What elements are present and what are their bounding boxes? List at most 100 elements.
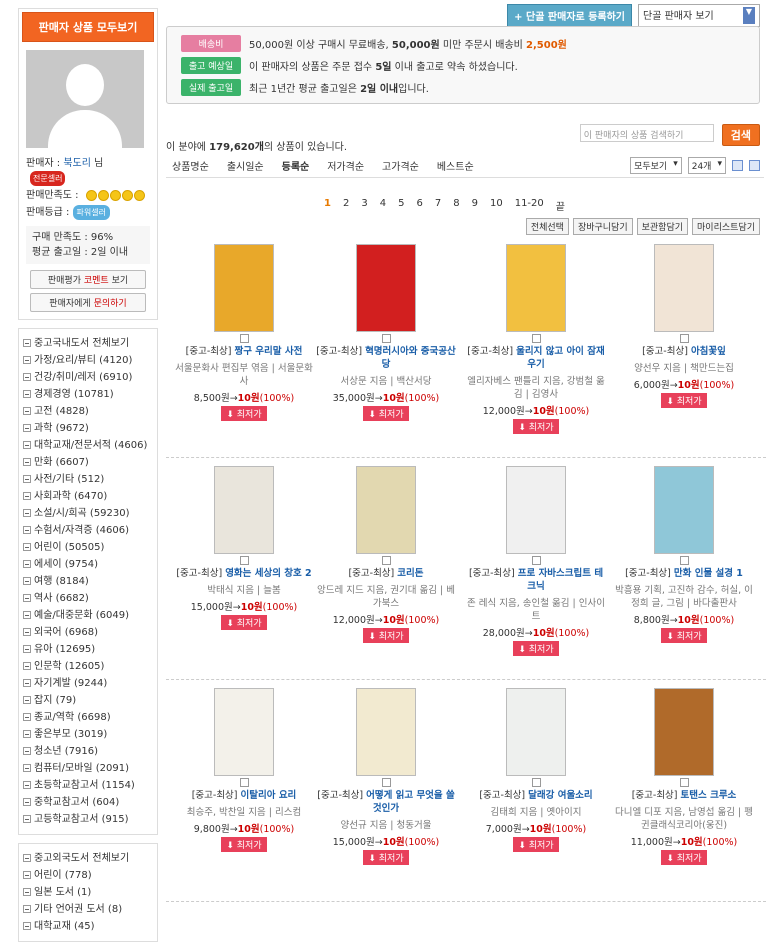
lowest-price-button[interactable]: ⬇ 최저가 (363, 406, 409, 421)
category-item[interactable]: 중학교참고서 (604) (23, 794, 153, 811)
book-cover[interactable] (356, 688, 416, 776)
select-checkbox[interactable] (381, 334, 391, 343)
select-checkbox[interactable] (679, 334, 689, 343)
category-item[interactable]: 어린이 (50505) (23, 539, 153, 556)
page-link[interactable]: 4 (380, 198, 386, 213)
category-item[interactable]: 소설/시/희곡 (59230) (23, 505, 153, 522)
page-link[interactable]: 7 (435, 198, 441, 213)
lowest-price-button[interactable]: ⬇ 최저가 (513, 419, 559, 434)
select-checkbox[interactable] (239, 778, 249, 787)
seller-name-link[interactable]: 북도리 (63, 158, 91, 169)
bulk-action-button[interactable]: 전체선택 (525, 218, 569, 235)
category-item[interactable]: 가정/요리/뷰티 (4120) (23, 352, 153, 369)
product-title[interactable]: [중고-최상] 이탈리아 요리 (174, 789, 314, 802)
category-item[interactable]: 대학교재 (45) (23, 918, 153, 935)
sort-option[interactable]: 등록순 (282, 158, 310, 173)
sort-option[interactable]: 상품명순 (172, 158, 209, 173)
page-size-select[interactable]: 24개 ▾ (687, 157, 726, 174)
category-item[interactable]: 외국어 (6968) (23, 624, 153, 641)
select-checkbox[interactable] (531, 778, 541, 787)
product-title[interactable]: [중고-최상] 프로 자바스크립트 테크닉 (466, 567, 606, 593)
product-title[interactable]: [중고-최상] 영화는 세상의 창호 2 (174, 567, 314, 580)
product-title[interactable]: [중고-최상] 토탠스 크루소 (614, 789, 754, 802)
product-title[interactable]: [중고-최상] 혁명러시아와 중국공산당 (316, 345, 456, 371)
book-cover[interactable] (506, 688, 566, 776)
category-item[interactable]: 과학 (9672) (23, 420, 153, 437)
bulk-action-button[interactable]: 장바구니담기 (572, 218, 633, 235)
category-item[interactable]: 일본 도서 (1) (23, 884, 153, 901)
book-cover[interactable] (654, 466, 714, 554)
book-cover[interactable] (654, 688, 714, 776)
product-title[interactable]: [중고-최상] 달래강 여울소리 (466, 789, 606, 802)
page-link[interactable]: 11-20 (515, 198, 544, 213)
list-view-icon[interactable] (732, 160, 743, 171)
select-checkbox[interactable] (381, 778, 391, 787)
category-item[interactable]: 컴퓨터/모바일 (2091) (23, 760, 153, 777)
lowest-price-button[interactable]: ⬇ 최저가 (221, 406, 267, 421)
category-item[interactable]: 사회과학 (6470) (23, 488, 153, 505)
category-item[interactable]: 경제경영 (10781) (23, 386, 153, 403)
book-cover[interactable] (214, 244, 274, 332)
book-cover[interactable] (654, 244, 714, 332)
select-checkbox[interactable] (531, 556, 541, 565)
category-item[interactable]: 청소년 (7916) (23, 743, 153, 760)
lowest-price-button[interactable]: ⬇ 최저가 (363, 628, 409, 643)
page-link[interactable]: 8 (453, 198, 459, 213)
lowest-price-button[interactable]: ⬇ 최저가 (221, 837, 267, 852)
sort-option[interactable]: 베스트순 (437, 158, 474, 173)
category-item[interactable]: 여행 (8184) (23, 573, 153, 590)
category-item[interactable]: 에세이 (9754) (23, 556, 153, 573)
book-cover[interactable] (506, 244, 566, 332)
product-title[interactable]: [중고-최상] 울리지 않고 아이 잠재우기 (466, 345, 606, 371)
category-item[interactable]: 잡지 (79) (23, 692, 153, 709)
select-checkbox[interactable] (531, 334, 541, 343)
bulk-action-button[interactable]: 보관함담기 (636, 218, 689, 235)
view-comments-button[interactable]: 판매평가 코멘트 보기 (30, 270, 146, 289)
page-link[interactable]: 끝 (556, 198, 565, 213)
favorite-seller-select[interactable]: 단골 판매자 보기 ▼ (638, 4, 760, 27)
product-title[interactable]: [중고-최상] 어떻게 읽고 무엇을 쓸 것인가 (316, 789, 456, 815)
page-link[interactable]: 6 (416, 198, 422, 213)
page-link[interactable]: 5 (398, 198, 404, 213)
category-item[interactable]: 건강/취미/레저 (6910) (23, 369, 153, 386)
lowest-price-button[interactable]: ⬇ 최저가 (513, 837, 559, 852)
category-item[interactable]: 만화 (6607) (23, 454, 153, 471)
product-title[interactable]: [중고-최상] 짱구 우리말 사전 (174, 345, 314, 358)
foreign-all-link[interactable]: 중고외국도서 전체보기 (23, 850, 153, 867)
category-item[interactable]: 기타 언어권 도서 (8) (23, 901, 153, 918)
search-button[interactable]: 검색 (721, 124, 760, 146)
category-item[interactable]: 사전/기타 (512) (23, 471, 153, 488)
product-title[interactable]: [중고-최상] 아침꽃잎 (614, 345, 754, 358)
lowest-price-button[interactable]: ⬇ 최저가 (513, 641, 559, 656)
register-favorite-seller-button[interactable]: + 단골 판매자로 등록하기 (507, 4, 632, 27)
lowest-price-button[interactable]: ⬇ 최저가 (661, 393, 707, 408)
category-item[interactable]: 자기계발 (9244) (23, 675, 153, 692)
domestic-all-link[interactable]: 중고국내도서 전체보기 (23, 335, 153, 352)
category-item[interactable]: 역사 (6682) (23, 590, 153, 607)
page-link[interactable]: 1 (324, 198, 331, 213)
product-title[interactable]: [중고-최상] 만화 인물 설경 1 (614, 567, 754, 580)
category-item[interactable]: 어린이 (778) (23, 867, 153, 884)
sort-option[interactable]: 출시일순 (227, 158, 264, 173)
page-link[interactable]: 2 (343, 198, 349, 213)
category-item[interactable]: 예술/대중문화 (6049) (23, 607, 153, 624)
product-title[interactable]: [중고-최상] 코리돈 (316, 567, 456, 580)
select-checkbox[interactable] (381, 556, 391, 565)
page-link[interactable]: 10 (490, 198, 503, 213)
lowest-price-button[interactable]: ⬇ 최저가 (221, 615, 267, 630)
category-item[interactable]: 수험서/자격증 (4606) (23, 522, 153, 539)
category-item[interactable]: 인문학 (12605) (23, 658, 153, 675)
select-checkbox[interactable] (239, 334, 249, 343)
book-cover[interactable] (356, 466, 416, 554)
page-link[interactable]: 9 (472, 198, 478, 213)
category-item[interactable]: 유아 (12695) (23, 641, 153, 658)
category-item[interactable]: 고등학교참고서 (915) (23, 811, 153, 828)
category-item[interactable]: 초등학교참고서 (1154) (23, 777, 153, 794)
book-cover[interactable] (506, 466, 566, 554)
select-checkbox[interactable] (679, 778, 689, 787)
grid-view-icon[interactable] (749, 160, 760, 171)
book-cover[interactable] (214, 466, 274, 554)
category-item[interactable]: 고전 (4828) (23, 403, 153, 420)
bulk-action-button[interactable]: 마이리스트담기 (692, 218, 760, 235)
select-checkbox[interactable] (239, 556, 249, 565)
